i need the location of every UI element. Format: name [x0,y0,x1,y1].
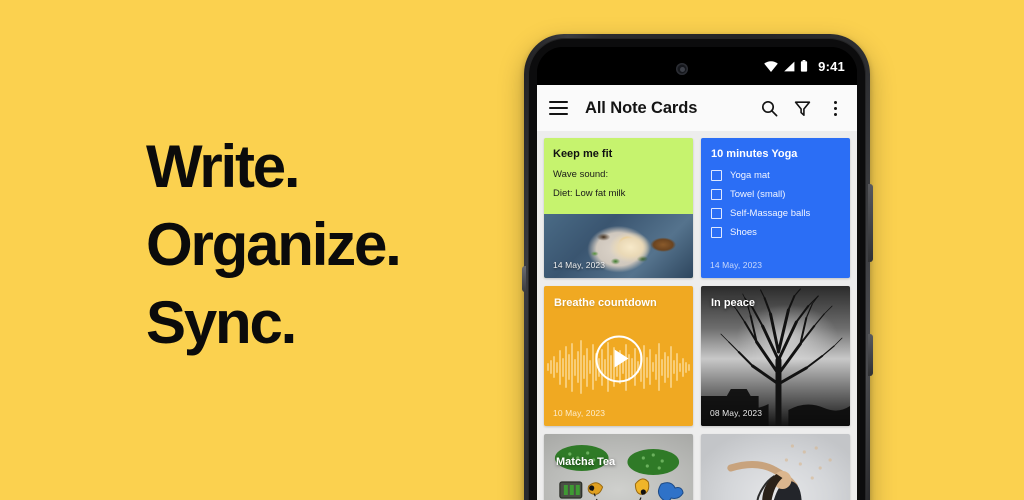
phone-volume-rocker[interactable] [868,184,873,262]
front-camera-icon [676,63,688,75]
app-bar-actions [759,98,845,118]
headline-line-1: Write. [146,133,301,200]
note-card-in-peace[interactable]: In peace 08 May, 2023 [701,286,850,426]
headline-line-3: Sync. [146,289,297,356]
phone-power-button[interactable] [868,334,873,376]
note-card-title: In peace [711,297,756,309]
checklist-label: Yoga mat [730,170,770,181]
battery-icon [800,60,808,72]
status-bar: 9:41 [537,47,857,85]
note-card-10-minutes-yoga[interactable]: 10 minutes Yoga Yoga mat Towel (small) S… [701,138,850,278]
overflow-menu-icon[interactable] [825,98,845,118]
hamburger-menu-icon[interactable] [549,101,568,115]
notes-list[interactable]: Keep me fit Wave sound: Diet: Low fat mi… [537,131,857,500]
note-card-yoga-pose[interactable] [701,434,850,500]
checklist-item[interactable]: Shoes [711,227,841,238]
filter-icon[interactable] [792,98,812,118]
yoga-pose-photo [727,444,832,500]
page-title: Write. Organize. Sync. [146,128,566,362]
phone-mockup: 9:41 All Note Cards Keep me fit Wave sou… [522,34,873,500]
note-card-matcha-tea[interactable]: Matcha Tea [544,434,693,500]
checklist-item[interactable]: Towel (small) [711,189,841,200]
app-bar: All Note Cards [537,85,857,131]
checklist-item[interactable]: Yoga mat [711,170,841,181]
note-card-line: Wave sound: [553,169,609,180]
headline-line-2: Organize. [146,211,402,278]
note-card-title: Matcha Tea [556,456,616,468]
note-card-date: 10 May, 2023 [553,408,606,418]
search-icon[interactable] [759,98,779,118]
checklist-label: Towel (small) [730,189,786,200]
checklist-label: Shoes [730,227,757,238]
note-card-breathe-countdown[interactable]: Breathe countdown 10 May, 2023 [544,286,693,426]
note-card-text: Keep me fit Wave sound: Diet: Low fat mi… [544,138,693,199]
note-card-title: Breathe countdown [554,297,657,309]
play-triangle-icon [614,349,628,368]
checklist-label: Self-Massage balls [730,208,811,219]
note-card-line: Diet: Low fat milk [553,188,626,199]
note-card-title: Keep me fit [553,148,613,160]
checkbox-icon[interactable] [711,170,722,181]
note-card-title: 10 minutes Yoga [711,148,798,160]
note-card-keep-me-fit[interactable]: Keep me fit Wave sound: Diet: Low fat mi… [544,138,693,278]
wifi-icon [764,60,778,72]
note-card-date: 14 May, 2023 [553,260,606,270]
checkbox-icon[interactable] [711,208,722,219]
app-bar-title: All Note Cards [585,98,698,117]
play-button-icon[interactable] [595,335,642,383]
note-card-text: 10 minutes Yoga Yoga mat Towel (small) S… [701,138,850,238]
checklist-item[interactable]: Self-Massage balls [711,208,841,219]
cell-signal-icon [783,61,795,72]
checkbox-icon[interactable] [711,227,722,238]
note-card-date: 08 May, 2023 [710,408,763,418]
phone-screen: 9:41 All Note Cards Keep me fit Wave sou… [537,47,857,500]
notes-grid: Keep me fit Wave sound: Diet: Low fat mi… [544,138,850,500]
phone-left-button[interactable] [522,266,526,292]
status-bar-time: 9:41 [818,58,845,74]
note-card-date: 14 May, 2023 [710,260,763,270]
promo-banner: Write. Organize. Sync. 9:41 All Note Car… [0,0,1024,500]
checkbox-icon[interactable] [711,189,722,200]
